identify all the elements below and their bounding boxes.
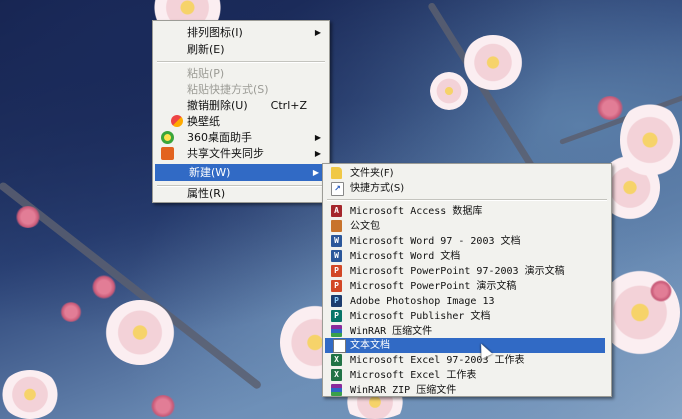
new-folder-item[interactable]: 文件夹(F)	[323, 166, 611, 181]
menu-item-label: Microsoft Publisher 文档	[350, 311, 491, 322]
new-powerpoint-97-2003-item[interactable]: P Microsoft PowerPoint 97-2003 演示文稿	[323, 264, 611, 279]
new-text-document-item[interactable]: 文本文档	[325, 338, 605, 353]
new-excel-worksheet-item[interactable]: X Microsoft Excel 工作表	[323, 368, 611, 383]
desktop-context-menu: 排列图标(I) ▶ 刷新(E) 粘贴(P) 粘贴快捷方式(S) 撤销删除(U) …	[152, 20, 330, 203]
access-icon: A	[331, 205, 342, 217]
new-excel-97-2003-item[interactable]: X Microsoft Excel 97-2003 工作表	[323, 353, 611, 368]
menu-item-label: 撤销删除(U)	[187, 99, 248, 112]
word-icon: W	[331, 250, 342, 262]
menu-item-label: 共享文件夹同步	[187, 147, 264, 160]
new-photoshop-image-item[interactable]: P Adobe Photoshop Image 13	[323, 294, 611, 309]
menu-item-label: 刷新(E)	[187, 43, 225, 56]
menu-item-label: 公文包	[350, 221, 380, 232]
excel-icon: X	[331, 354, 342, 366]
menu-item-label: 换壁纸	[187, 115, 220, 128]
sync-icon	[161, 147, 174, 160]
submenu-arrow-icon: ▶	[312, 168, 319, 177]
menu-item-shortcut: Ctrl+Z	[270, 99, 307, 112]
menu-item-shared-folder-sync[interactable]: 共享文件夹同步 ▶	[153, 145, 329, 162]
new-powerpoint-presentation-item[interactable]: P Microsoft PowerPoint 演示文稿	[323, 279, 611, 294]
menu-separator	[327, 199, 607, 201]
menu-item-label: 属性(R)	[187, 187, 226, 200]
menu-item-label: 文件夹(F)	[350, 168, 394, 179]
menu-item-undo-delete[interactable]: 撤销删除(U) Ctrl+Z	[153, 97, 329, 114]
menu-item-label: WinRAR 压缩文件	[350, 326, 433, 337]
menu-item-label: Microsoft Excel 工作表	[350, 370, 477, 381]
new-word-97-2003-item[interactable]: W Microsoft Word 97 - 2003 文档	[323, 234, 611, 249]
new-winrar-archive-item[interactable]: WinRAR 压缩文件	[323, 324, 611, 339]
menu-item-arrange-icons[interactable]: 排列图标(I) ▶	[153, 24, 329, 41]
new-winrar-zip-item[interactable]: WinRAR ZIP 压缩文件	[323, 383, 611, 398]
menu-item-paste[interactable]: 粘贴(P)	[153, 65, 329, 82]
text-document-icon	[333, 339, 346, 353]
menu-separator	[157, 61, 325, 63]
new-publisher-document-item[interactable]: P Microsoft Publisher 文档	[323, 309, 611, 324]
menu-item-change-wallpaper[interactable]: 换壁纸	[153, 113, 329, 130]
menu-item-label: 快捷方式(S)	[350, 183, 405, 194]
menu-item-label: 360桌面助手	[187, 131, 252, 144]
menu-item-new[interactable]: 新建(W) ▶	[155, 164, 327, 181]
new-word-document-item[interactable]: W Microsoft Word 文档	[323, 249, 611, 264]
menu-item-paste-shortcut[interactable]: 粘贴快捷方式(S)	[153, 81, 329, 98]
submenu-arrow-icon: ▶	[314, 28, 321, 37]
word-icon: W	[331, 235, 342, 247]
menu-item-label: Microsoft Word 97 - 2003 文档	[350, 236, 521, 247]
shortcut-icon: ↗	[331, 182, 344, 196]
menu-item-refresh[interactable]: 刷新(E)	[153, 41, 329, 58]
menu-item-label: Microsoft Excel 97-2003 工作表	[350, 355, 525, 366]
new-submenu: 文件夹(F) ↗ 快捷方式(S) A Microsoft Access 数据库 …	[322, 163, 612, 397]
menu-item-label: 文本文档	[350, 340, 390, 351]
wallpaper-icon	[171, 115, 183, 127]
menu-item-label: Microsoft PowerPoint 97-2003 演示文稿	[350, 266, 565, 277]
menu-item-360-desktop-assistant[interactable]: 360桌面助手 ▶	[153, 129, 329, 146]
menu-item-label: Adobe Photoshop Image 13	[350, 296, 495, 307]
menu-item-label: 粘贴(P)	[187, 67, 225, 80]
folder-icon	[331, 167, 342, 179]
publisher-icon: P	[331, 310, 342, 322]
menu-item-label: Microsoft PowerPoint 演示文稿	[350, 281, 517, 292]
excel-icon: X	[331, 369, 342, 381]
menu-item-label: WinRAR ZIP 压缩文件	[350, 385, 457, 396]
menu-item-label: Microsoft Word 文档	[350, 251, 461, 262]
new-access-database-item[interactable]: A Microsoft Access 数据库	[323, 204, 611, 219]
menu-item-label: 新建(W)	[189, 166, 231, 179]
powerpoint-icon: P	[331, 280, 342, 292]
menu-item-label: 粘贴快捷方式(S)	[187, 83, 269, 96]
new-shortcut-item[interactable]: ↗ 快捷方式(S)	[323, 181, 611, 196]
briefcase-icon	[331, 220, 342, 232]
menu-item-properties[interactable]: 属性(R)	[153, 185, 329, 202]
360-icon	[161, 131, 174, 144]
submenu-arrow-icon: ▶	[314, 149, 321, 158]
new-briefcase-item[interactable]: 公文包	[323, 219, 611, 234]
photoshop-icon: P	[331, 295, 342, 307]
submenu-arrow-icon: ▶	[314, 133, 321, 142]
winrar-icon	[331, 325, 342, 337]
winrar-zip-icon	[331, 384, 342, 396]
powerpoint-icon: P	[331, 265, 342, 277]
menu-item-label: 排列图标(I)	[187, 26, 243, 39]
menu-item-label: Microsoft Access 数据库	[350, 206, 483, 217]
